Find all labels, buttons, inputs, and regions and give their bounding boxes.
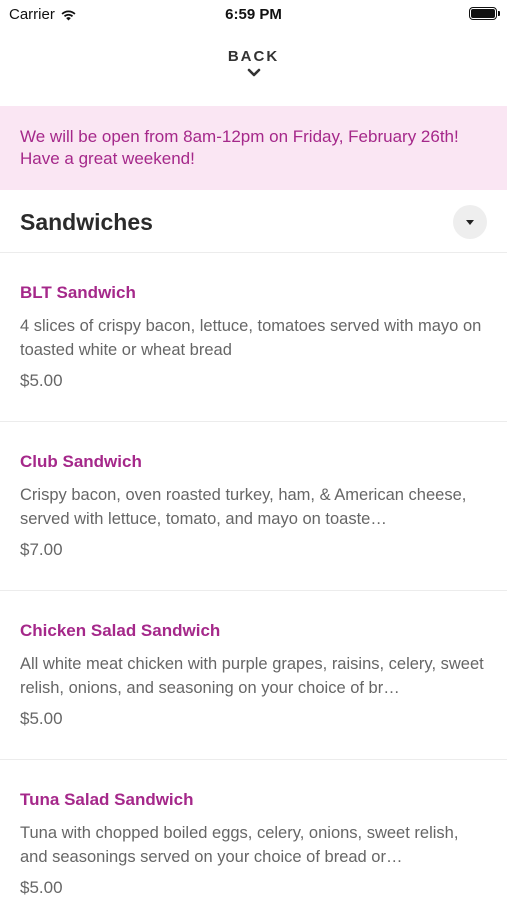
item-price: $5.00 <box>20 878 63 897</box>
section-collapse-button[interactable] <box>453 205 487 239</box>
item-name: Tuna Salad Sandwich <box>20 790 194 809</box>
caret-down-icon <box>466 219 474 225</box>
back-label: BACK <box>227 48 280 65</box>
notice-banner: We will be open from 8am-12pm on Friday,… <box>0 106 507 190</box>
back-button[interactable]: BACK <box>0 48 507 92</box>
item-description: All white meat chicken with purple grape… <box>20 655 484 697</box>
menu-item[interactable]: Chicken Salad Sandwich All white meat ch… <box>0 591 507 760</box>
item-description: Crispy bacon, oven roasted turkey, ham, … <box>20 486 467 528</box>
section-title: Sandwiches <box>20 209 153 235</box>
status-bar: Carrier 6:59 PM <box>0 0 507 28</box>
item-name: BLT Sandwich <box>20 283 136 302</box>
menu-item[interactable]: Club Sandwich Crispy bacon, oven roasted… <box>0 422 507 591</box>
item-description: Tuna with chopped boiled eggs, celery, o… <box>20 824 459 866</box>
item-description: 4 slices of crispy bacon, lettuce, tomat… <box>20 317 482 359</box>
section-header: Sandwiches <box>0 190 507 253</box>
item-price: $7.00 <box>20 540 63 559</box>
chevron-down-icon <box>247 68 260 77</box>
status-time: 6:59 PM <box>225 6 282 23</box>
menu-item[interactable]: Tuna Salad Sandwich Tuna with chopped bo… <box>0 760 507 900</box>
notice-text: We will be open from 8am-12pm on Friday,… <box>20 127 459 168</box>
menu-item[interactable]: BLT Sandwich 4 slices of crispy bacon, l… <box>0 253 507 422</box>
item-price: $5.00 <box>20 371 63 390</box>
battery-icon <box>469 7 500 20</box>
item-name: Club Sandwich <box>20 452 142 471</box>
item-name: Chicken Salad Sandwich <box>20 621 221 640</box>
item-price: $5.00 <box>20 709 63 728</box>
menu-list: BLT Sandwich 4 slices of crispy bacon, l… <box>0 253 507 900</box>
